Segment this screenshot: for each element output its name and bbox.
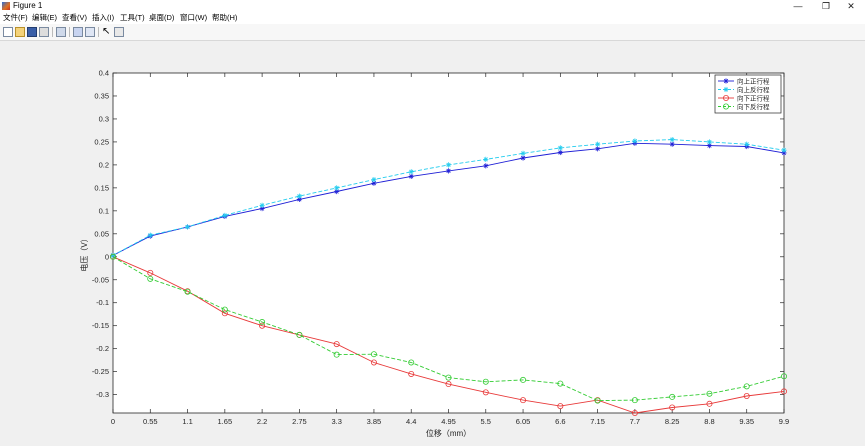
y-tick-label: 0.2: [99, 160, 109, 169]
data-point: [520, 150, 526, 157]
line-chart: 0.4 0.35 0.3 0.25 0.2 0.15 0.1 0.05 0 -0.05 -0.1 -0…: [0, 41, 865, 446]
data-point: [184, 224, 191, 230]
y-tick-label: 0.3: [99, 114, 109, 123]
x-tick-label: 3.85: [367, 417, 382, 426]
x-tick-label: 8.25: [665, 417, 680, 426]
x-tick-label: 7.7: [630, 417, 640, 426]
y-axis-label: 电压（V）: [79, 234, 89, 271]
data-point: [483, 163, 489, 169]
x-tick-label: 4.95: [441, 417, 456, 426]
data-point: [669, 137, 675, 143]
data-point: [483, 156, 489, 162]
plot-area: [112, 72, 785, 414]
legend-marker: [723, 86, 729, 93]
legend-label: 向下正行程: [737, 94, 770, 103]
legend-label: 向上反行程: [737, 85, 770, 94]
data-point: [781, 147, 787, 153]
x-axis-label: 位移（mm）: [426, 428, 471, 438]
x-tick-label: 8.8: [704, 417, 714, 426]
y-tick-label: -0.2: [96, 344, 109, 353]
x-tick-label: 1.1: [182, 417, 192, 426]
data-point: [520, 155, 526, 161]
y-tick-label: -0.3: [96, 390, 109, 399]
y-tick-label: 0.35: [94, 91, 109, 100]
y-tick-label: 0.15: [94, 183, 109, 192]
data-point: [445, 168, 452, 174]
y-tick-label: 0.4: [99, 69, 109, 78]
data-point: [632, 138, 638, 144]
y-tick-label: 0: [105, 252, 109, 261]
y-tick-label: -0.1: [96, 298, 109, 307]
data-point: [222, 212, 228, 219]
y-tick-label: 0.1: [99, 206, 109, 215]
y-tick-label: -0.25: [92, 367, 109, 376]
x-tick-label: 1.65: [218, 417, 233, 426]
data-point: [595, 146, 601, 152]
x-tick-label: 0: [111, 417, 115, 426]
x-tick-label: 5.5: [481, 417, 491, 426]
x-tick-label: 6.6: [555, 417, 565, 426]
data-point: [408, 173, 414, 179]
data-point: [706, 139, 713, 145]
legend-label: 向上正行程: [737, 77, 770, 86]
y-tick-label: 0.05: [94, 229, 109, 238]
x-tick-label: 3.3: [331, 417, 341, 426]
x-tick-label: 2.75: [292, 417, 307, 426]
y-tick-label: -0.15: [92, 321, 109, 330]
x-tick-label: 2.2: [257, 417, 267, 426]
y-tick-label: 0.25: [94, 137, 109, 146]
x-tick-label: 9.35: [739, 417, 754, 426]
x-tick-label: 0.55: [143, 417, 158, 426]
data-point: [371, 176, 377, 183]
x-tick-label: 6.05: [516, 417, 531, 426]
x-tick-label: 9.9: [779, 417, 789, 426]
data-point: [334, 185, 340, 191]
legend[interactable]: 向上正行程向上反行程向下正行程向下反行程: [714, 74, 782, 114]
x-tick-label: 7.15: [590, 417, 605, 426]
legend-label: 向下反行程: [737, 102, 770, 111]
legend-marker: [723, 78, 729, 84]
data-point: [147, 232, 153, 238]
x-tick-label: 4.4: [406, 417, 416, 426]
data-point: [296, 193, 302, 199]
y-tick-label: -0.05: [92, 275, 109, 284]
data-point: [557, 149, 563, 156]
